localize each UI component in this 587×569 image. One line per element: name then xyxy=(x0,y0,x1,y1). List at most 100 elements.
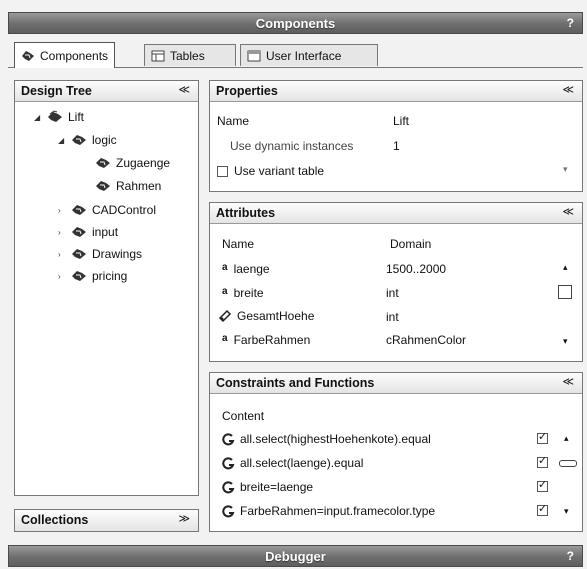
tab-tables-label: Tables xyxy=(170,48,205,63)
calculated-attribute-icon xyxy=(218,309,232,323)
variant-table-checkbox[interactable] xyxy=(217,165,228,177)
variant-table-label: Use variant table xyxy=(234,164,325,178)
component-icon xyxy=(95,156,111,170)
constraint-row[interactable]: FarbeRahmen=input.framecolor.type xyxy=(222,504,435,518)
expand-icon[interactable]: ≫ xyxy=(178,512,190,525)
component-icon xyxy=(71,225,87,239)
debugger-title: Debugger xyxy=(265,549,326,564)
constraint-content: breite=laenge xyxy=(240,480,314,494)
attributes-title: Attributes xyxy=(216,206,276,220)
tree-node-drawings[interactable]: › Drawings xyxy=(58,247,142,261)
scroll-down-icon[interactable]: ▾ xyxy=(564,506,569,517)
constraint-active-checkbox[interactable] xyxy=(537,454,548,468)
properties-header[interactable]: Properties ≪ xyxy=(210,81,582,102)
attributes-header[interactable]: Attributes ≪ xyxy=(210,203,582,224)
attribute-name: FarbeRahmen xyxy=(233,333,311,347)
help-icon[interactable]: ? xyxy=(567,549,574,563)
collapsed-arrow-icon[interactable]: › xyxy=(58,250,66,259)
property-name-label: Name xyxy=(217,114,250,128)
use-variant-table-row[interactable]: Use variant table xyxy=(217,164,324,178)
collapse-icon[interactable]: ≪ xyxy=(562,205,574,218)
constraint-row[interactable]: all.select(highestHoehenkote).equal xyxy=(222,432,431,446)
tree-node-cadcontrol[interactable]: › CADControl xyxy=(58,203,156,217)
scroll-down-icon[interactable]: ▾ xyxy=(563,164,568,175)
constraint-active-checkbox[interactable] xyxy=(537,478,548,492)
attribute-domain[interactable]: int xyxy=(386,310,399,324)
help-icon[interactable]: ? xyxy=(567,16,574,30)
tree-node-label: pricing xyxy=(92,269,128,283)
debugger-titlebar[interactable]: Debugger ? xyxy=(8,545,583,567)
table-icon xyxy=(151,50,165,62)
component-icon xyxy=(71,203,87,217)
attributes-col-domain: Domain xyxy=(390,237,432,251)
tab-components-label: Components xyxy=(40,48,109,63)
window-title: Components xyxy=(255,16,336,31)
components-window-titlebar: Components ? xyxy=(8,12,583,34)
tab-user-interface[interactable]: User Interface xyxy=(240,44,378,66)
attribute-name: GesamtHoehe xyxy=(237,309,315,323)
constraints-title: Constraints and Functions xyxy=(216,376,375,390)
collections-header[interactable]: Collections ≫ xyxy=(15,510,198,531)
tree-node-label: Drawings xyxy=(92,247,143,261)
collapse-icon[interactable]: ≪ xyxy=(178,83,190,96)
collapse-icon[interactable]: ≪ xyxy=(562,83,574,96)
constraint-content: FarbeRahmen=input.framecolor.type xyxy=(240,504,436,518)
constraint-row[interactable]: breite=laenge xyxy=(222,480,313,494)
tree-node-logic[interactable]: ◢ logic xyxy=(58,133,117,147)
tree-node-label: Rahmen xyxy=(116,179,162,193)
expanded-arrow-icon[interactable]: ◢ xyxy=(58,136,66,145)
collapsed-arrow-icon[interactable]: › xyxy=(58,206,66,215)
constraint-icon xyxy=(222,456,235,470)
tree-node-pricing[interactable]: › pricing xyxy=(58,269,127,283)
constraint-icon xyxy=(222,504,235,518)
constraint-icon xyxy=(222,432,235,446)
scroll-thumb[interactable] xyxy=(559,460,577,467)
collapsed-arrow-icon[interactable]: › xyxy=(58,228,66,237)
attribute-row[interactable]: a breite xyxy=(222,286,264,300)
attribute-row[interactable]: a laenge xyxy=(222,262,270,276)
scroll-up-icon[interactable]: ▴ xyxy=(563,262,568,273)
tree-node-input[interactable]: › input xyxy=(58,225,118,239)
tree-node-zugaenge[interactable]: Zugaenge xyxy=(95,156,170,170)
constraint-icon xyxy=(222,480,235,494)
attributes-col-name: Name xyxy=(222,237,255,251)
component-icon xyxy=(95,179,111,193)
component-icon xyxy=(21,50,35,62)
constraint-active-checkbox[interactable] xyxy=(537,430,548,444)
component-icon xyxy=(71,269,87,283)
tree-node-label: CADControl xyxy=(92,203,157,217)
tree-node-label: Lift xyxy=(68,110,85,124)
attribute-domain[interactable]: 1500..2000 xyxy=(386,262,446,276)
scroll-up-icon[interactable]: ▴ xyxy=(564,433,569,444)
property-dynamic-value[interactable]: 1 xyxy=(393,139,400,153)
tree-node-label: input xyxy=(92,225,119,239)
tab-user-interface-label: User Interface xyxy=(266,48,342,63)
attribute-row[interactable]: GesamtHoehe xyxy=(218,309,314,323)
constraint-active-checkbox[interactable] xyxy=(537,502,548,516)
constraints-header[interactable]: Constraints and Functions ≪ xyxy=(210,373,582,394)
collapsed-arrow-icon[interactable]: › xyxy=(58,272,66,281)
scroll-down-icon[interactable]: ▾ xyxy=(563,336,568,347)
expanded-arrow-icon[interactable]: ◢ xyxy=(34,113,42,122)
constraint-content: all.select(laenge).equal xyxy=(240,456,364,470)
assembly-icon xyxy=(47,110,63,124)
component-icon xyxy=(71,133,87,147)
tree-node-label: logic xyxy=(92,133,117,147)
component-icon xyxy=(71,247,87,261)
property-dynamic-label: Use dynamic instances xyxy=(230,139,354,153)
attribute-domain[interactable]: int xyxy=(386,286,399,300)
tab-components[interactable]: Components xyxy=(14,42,116,68)
tree-node-rahmen[interactable]: Rahmen xyxy=(95,179,161,193)
design-tree-header[interactable]: Design Tree ≪ xyxy=(15,81,198,102)
attribute-domain[interactable]: cRahmenColor xyxy=(386,333,466,347)
attribute-icon: a xyxy=(222,286,228,297)
properties-title: Properties xyxy=(216,84,278,98)
attribute-name: laenge xyxy=(233,262,270,276)
attribute-row[interactable]: a FarbeRahmen xyxy=(222,333,310,347)
scroll-thumb[interactable] xyxy=(558,285,572,299)
tab-tables[interactable]: Tables xyxy=(144,44,236,66)
constraint-row[interactable]: all.select(laenge).equal xyxy=(222,456,363,470)
collapse-icon[interactable]: ≪ xyxy=(562,375,574,388)
tree-node-lift[interactable]: ◢ Lift xyxy=(34,110,84,124)
property-name-value[interactable]: Lift xyxy=(393,114,409,128)
